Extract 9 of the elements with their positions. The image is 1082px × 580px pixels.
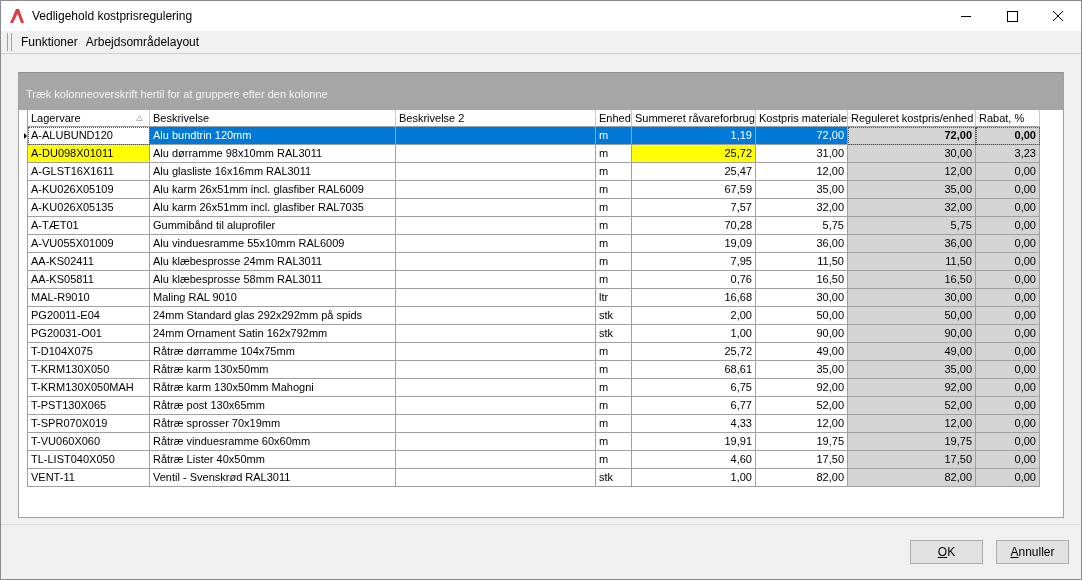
app-logo-icon xyxy=(9,8,25,24)
window-title: Vedligehold kostprisregulering xyxy=(32,9,194,23)
menu-item[interactable]: Funktioner xyxy=(17,34,82,49)
group-hint: Træk kolonneoverskrift hertil for at gruppere efter den kolonne xyxy=(26,87,328,100)
menu-item[interactable]: Arbejdsområdelayout xyxy=(81,34,204,49)
dialog-button[interactable]: Annuller xyxy=(996,539,1069,564)
sort-icon xyxy=(136,114,143,121)
dialog-button[interactable]: OK xyxy=(910,539,983,564)
row-pointer-icon xyxy=(24,131,27,140)
